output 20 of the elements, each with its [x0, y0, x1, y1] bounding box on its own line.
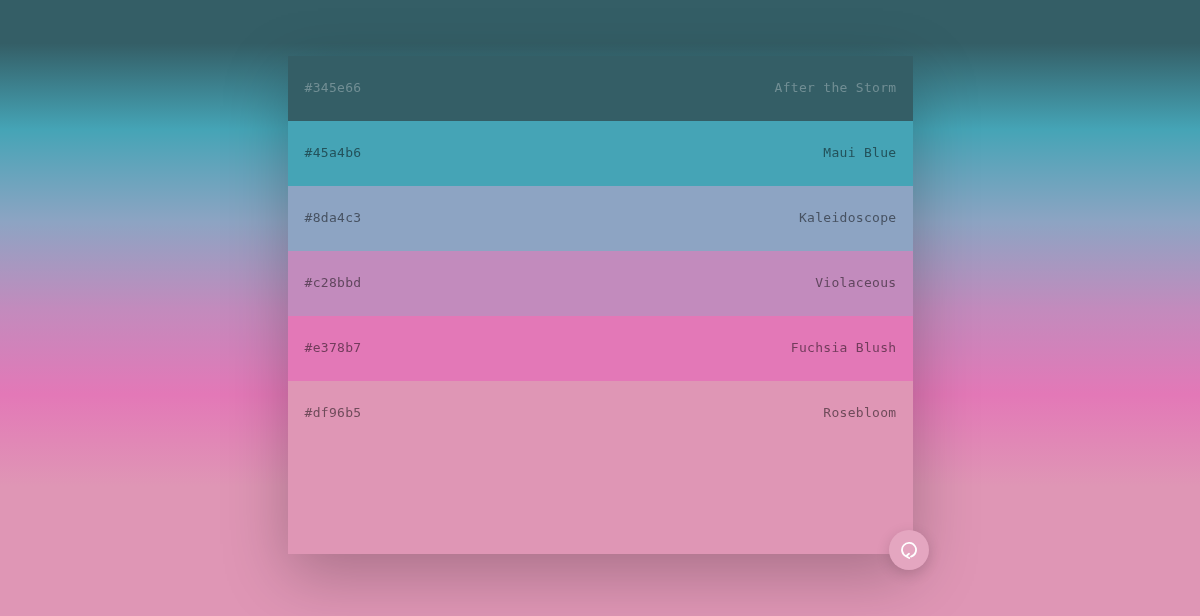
color-swatch[interactable]: #c28bbd Violaceous	[287, 251, 913, 316]
color-name: Kaleidoscope	[798, 210, 897, 225]
color-swatch[interactable]: #df96b5 Rosebloom	[287, 381, 913, 554]
hex-code: #45a4b6	[304, 145, 362, 160]
color-name: Fuchsia Blush	[790, 340, 897, 355]
color-swatch[interactable]: #345e66 After the Storm	[287, 56, 913, 121]
hex-code: #df96b5	[304, 405, 362, 420]
color-name: Rosebloom	[823, 405, 897, 420]
refresh-icon	[899, 541, 918, 559]
hex-code: #c28bbd	[304, 275, 362, 290]
hex-code: #e378b7	[304, 340, 362, 355]
refresh-button[interactable]	[888, 530, 929, 570]
color-name: Violaceous	[815, 275, 897, 290]
hex-code: #8da4c3	[304, 210, 362, 225]
color-swatch[interactable]: #8da4c3 Kaleidoscope	[287, 186, 913, 251]
color-name: After the Storm	[774, 80, 897, 95]
color-name: Maui Blue	[823, 145, 897, 160]
color-swatch[interactable]: #45a4b6 Maui Blue	[287, 121, 913, 186]
color-swatch[interactable]: #e378b7 Fuchsia Blush	[287, 316, 913, 381]
hex-code: #345e66	[304, 80, 362, 95]
